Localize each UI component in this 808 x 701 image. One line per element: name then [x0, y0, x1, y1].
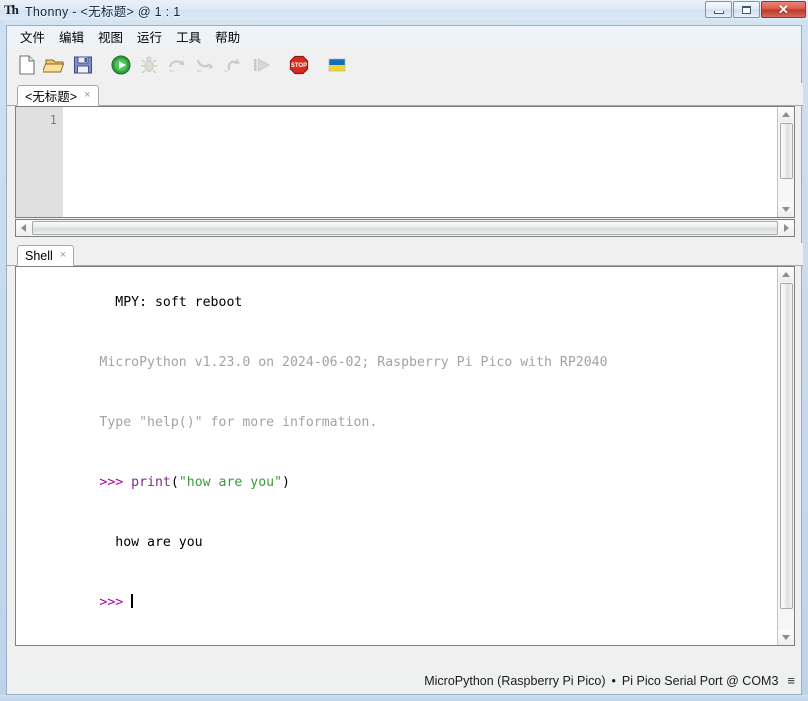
status-bar: MicroPython (Raspberry Pi Pico) • Pi Pic…	[6, 667, 802, 695]
shell-output[interactable]: MPY: soft reboot MicroPython v1.23.0 on …	[16, 267, 777, 645]
shell-text-mpy-reboot: MPY: soft reboot	[99, 295, 243, 310]
window-title: Thonny - <无标题> @ 1 : 1	[25, 4, 181, 19]
editor-scroll-left-button[interactable]	[16, 220, 31, 236]
editor-line-number-1: 1	[49, 113, 57, 127]
editor-tab-label: <无标题>	[25, 90, 78, 104]
shell-tab-label: Shell	[25, 248, 53, 263]
hamburger-menu-icon[interactable]: ≡	[787, 674, 795, 687]
status-interpreter[interactable]: MicroPython (Raspberry Pi Pico)	[424, 674, 605, 688]
status-port[interactable]: Pi Pico Serial Port @ COM3	[622, 674, 778, 688]
stop-icon[interactable]: STOP	[287, 53, 311, 77]
shell-text-caret	[131, 594, 134, 608]
close-icon: ✕	[778, 2, 789, 17]
close-button[interactable]: ✕	[761, 1, 806, 18]
shell-vertical-scrollbar[interactable]	[777, 267, 794, 645]
menu-run[interactable]: 运行	[130, 25, 169, 48]
shell-tabstrip: Shell ×	[7, 243, 803, 266]
menu-view[interactable]: 视图	[91, 25, 130, 48]
shell-line-version: MicroPython v1.23.0 on 2024-06-02; Raspb…	[20, 333, 777, 393]
shell-tab-close-icon[interactable]: ×	[60, 250, 66, 261]
ukraine-flag-icon[interactable]	[325, 53, 349, 77]
shell-line-reboot: MPY: soft reboot	[20, 273, 777, 333]
menu-help[interactable]: 帮助	[208, 25, 247, 48]
status-separator: •	[611, 673, 616, 688]
maximize-button[interactable]	[733, 1, 760, 18]
editor-hscroll-thumb[interactable]	[32, 221, 778, 235]
shell-line-command: >>> print("how are you")	[20, 453, 777, 513]
shell-command-paren-close: )	[282, 475, 290, 490]
thonny-logo-icon: Th	[4, 2, 19, 17]
open-file-icon[interactable]	[41, 53, 67, 77]
menu-file[interactable]: 文件	[13, 25, 52, 48]
editor-text-area[interactable]	[63, 107, 775, 217]
editor-tabstrip: <无标题> ×	[7, 83, 803, 106]
menu-bar: 文件 编辑 视图 运行 工具 帮助	[6, 25, 802, 47]
step-over-icon	[165, 53, 189, 77]
shell-command-string: "how are you"	[178, 475, 283, 490]
editor-line-number-gutter: 1	[16, 107, 63, 217]
title-bar[interactable]: Th Thonny - <无标题> @ 1 : 1 ✕	[0, 0, 808, 20]
editor-scroll-down-button[interactable]	[778, 202, 793, 217]
shell-text-output: how are you	[99, 535, 203, 550]
debug-icon	[137, 53, 161, 77]
step-out-icon	[221, 53, 245, 77]
step-into-icon	[193, 53, 217, 77]
shell-command-keyword: print	[131, 475, 171, 490]
client-area: <无标题> × 1 Shell × MPY: soft reboot Micro…	[6, 83, 803, 667]
editor-tab-untitled[interactable]: <无标题> ×	[17, 85, 99, 106]
shell-vscroll-thumb[interactable]	[779, 283, 793, 609]
shell-line-help-hint: Type "help()" for more information.	[20, 393, 777, 453]
toolbar: STOP	[6, 47, 802, 83]
editor-scroll-right-button[interactable]	[779, 220, 794, 236]
editor-vertical-scrollbar[interactable]	[777, 107, 794, 217]
shell-text-help-hint: Type "help()" for more information.	[99, 415, 378, 430]
shell-prompt-1: >>>	[99, 475, 132, 490]
svg-text:STOP: STOP	[291, 63, 307, 69]
window-controls: ✕	[705, 1, 806, 18]
menu-edit[interactable]: 编辑	[52, 25, 91, 48]
shell-text-version: MicroPython v1.23.0 on 2024-06-02; Raspb…	[99, 355, 608, 370]
menu-tools[interactable]: 工具	[169, 25, 208, 48]
run-icon[interactable]	[109, 53, 133, 77]
thonny-window: Th Thonny - <无标题> @ 1 : 1 ✕ 文件 编辑 视图 运行 …	[0, 0, 808, 701]
editor-tab-close-icon[interactable]: ×	[84, 90, 90, 101]
editor-scroll-up-button[interactable]	[778, 107, 793, 122]
save-file-icon[interactable]	[71, 53, 95, 77]
shell-scroll-up-button[interactable]	[778, 267, 793, 282]
shell-command-paren-open: (	[170, 475, 179, 490]
window-frame-bottom	[0, 695, 808, 701]
code-editor[interactable]: 1	[15, 106, 795, 218]
shell-panel[interactable]: MPY: soft reboot MicroPython v1.23.0 on …	[15, 266, 795, 646]
shell-line-output: how are you	[20, 513, 777, 573]
shell-prompt-2: >>>	[99, 595, 132, 610]
shell-scroll-down-button[interactable]	[778, 630, 793, 645]
shell-line-active-prompt[interactable]: >>>	[20, 573, 777, 633]
minimize-button[interactable]	[705, 1, 732, 18]
window-frame-right	[802, 20, 808, 701]
shell-tab[interactable]: Shell ×	[17, 245, 75, 266]
editor-vscroll-thumb[interactable]	[779, 123, 793, 179]
editor-horizontal-scrollbar[interactable]	[15, 219, 795, 237]
resume-icon	[249, 53, 273, 77]
new-file-icon[interactable]	[15, 53, 39, 77]
